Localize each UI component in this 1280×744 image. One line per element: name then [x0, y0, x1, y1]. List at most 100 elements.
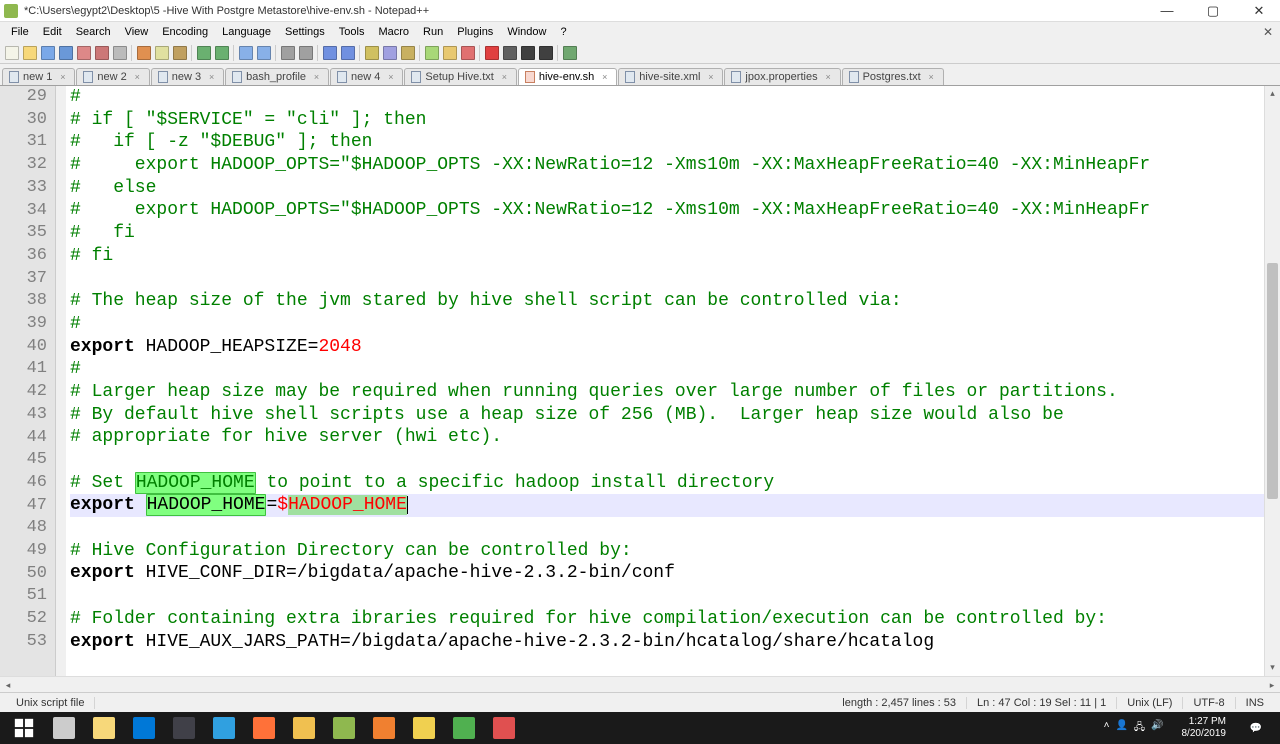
taskbar-app-red-button[interactable] [484, 713, 524, 743]
code-line[interactable]: # [70, 313, 1280, 336]
code-line[interactable]: export HADOOP_HEAPSIZE=2048 [70, 336, 1280, 359]
code-line[interactable]: # Folder containing extra ibraries requi… [70, 608, 1280, 631]
close-button[interactable] [75, 44, 92, 61]
code-line[interactable]: # Hive Configuration Directory can be co… [70, 540, 1280, 563]
all-chars-button[interactable] [381, 44, 398, 61]
code-line[interactable]: # Larger heap size may be required when … [70, 381, 1280, 404]
horizontal-scrollbar[interactable]: ◂ ▸ [0, 676, 1280, 692]
code-line[interactable]: export HADOOP_HOME=$HADOOP_HOME [70, 494, 1280, 517]
wrap-button[interactable] [363, 44, 380, 61]
paste-button[interactable] [171, 44, 188, 61]
minimize-button[interactable]: — [1150, 1, 1184, 21]
taskbar-task-view-button[interactable] [44, 713, 84, 743]
play-button[interactable] [519, 44, 536, 61]
tab-new-4[interactable]: new 4× [330, 68, 403, 85]
menu-[interactable]: ? [553, 24, 573, 40]
taskbar-app-green-button[interactable] [444, 713, 484, 743]
scroll-down-arrow-icon[interactable]: ▾ [1265, 660, 1280, 676]
code-line[interactable]: # fi [70, 222, 1280, 245]
taskbar-app-orange-button[interactable] [364, 713, 404, 743]
tab-close-icon[interactable]: × [206, 72, 217, 83]
indent-button[interactable] [399, 44, 416, 61]
taskbar-notepadpp-button[interactable] [324, 713, 364, 743]
tab-setup-hive-txt[interactable]: Setup Hive.txt× [404, 68, 516, 85]
menu-window[interactable]: Window [500, 24, 553, 40]
tab-close-icon[interactable]: × [499, 72, 510, 83]
sync-h-button[interactable] [339, 44, 356, 61]
code-line[interactable]: # if [ "$SERVICE" = "cli" ]; then [70, 109, 1280, 132]
system-tray[interactable]: ˄ 👤 🖧 🔊 [1096, 720, 1172, 737]
tab-postgres-txt[interactable]: Postgres.txt× [842, 68, 944, 85]
code-line[interactable]: # export HADOOP_OPTS="$HADOOP_OPTS -XX:N… [70, 199, 1280, 222]
zoom-out-button[interactable] [297, 44, 314, 61]
zoom-in-button[interactable] [279, 44, 296, 61]
scroll-thumb[interactable] [1267, 263, 1278, 499]
code-line[interactable] [70, 449, 1280, 472]
editor[interactable]: 2930313233343536373839404142434445464748… [0, 86, 1280, 676]
scroll-left-arrow-icon[interactable]: ◂ [0, 677, 16, 693]
code-line[interactable]: # Set HADOOP_HOME to point to a specific… [70, 472, 1280, 495]
cut-button[interactable] [135, 44, 152, 61]
code-line[interactable]: # The heap size of the jvm stared by hiv… [70, 290, 1280, 313]
undo-button[interactable] [195, 44, 212, 61]
menu-run[interactable]: Run [416, 24, 450, 40]
taskbar-file-explorer-button[interactable] [84, 713, 124, 743]
menu-plugins[interactable]: Plugins [450, 24, 500, 40]
code-line[interactable] [70, 585, 1280, 608]
tab-new-1[interactable]: new 1× [2, 68, 75, 85]
tab-close-icon[interactable]: × [385, 72, 396, 83]
comment-button[interactable] [459, 44, 476, 61]
code-line[interactable]: export HIVE_CONF_DIR=/bigdata/apache-hiv… [70, 562, 1280, 585]
new-button[interactable] [3, 44, 20, 61]
tab-hive-site-xml[interactable]: hive-site.xml× [618, 68, 723, 85]
scroll-up-arrow-icon[interactable]: ▴ [1265, 86, 1280, 102]
tab-jpox-properties[interactable]: jpox.properties× [724, 68, 840, 85]
menu-macro[interactable]: Macro [371, 24, 416, 40]
taskbar-store-button[interactable] [204, 713, 244, 743]
tray-people-icon[interactable]: 👤 [1115, 720, 1127, 737]
save-all-button[interactable] [57, 44, 74, 61]
rec-button[interactable] [483, 44, 500, 61]
tab-close-icon[interactable]: × [311, 72, 322, 83]
code-line[interactable]: # [70, 86, 1280, 109]
taskbar-app-yellow-button[interactable] [404, 713, 444, 743]
tab-close-icon[interactable]: × [132, 72, 143, 83]
code-line[interactable] [70, 268, 1280, 291]
redo-button[interactable] [213, 44, 230, 61]
code-line[interactable]: # appropriate for hive server (hwi etc). [70, 426, 1280, 449]
tray-up-icon[interactable]: ˄ [1104, 720, 1110, 737]
taskbar-edge-button[interactable] [124, 713, 164, 743]
open-button[interactable] [21, 44, 38, 61]
menu-file[interactable]: File [4, 24, 36, 40]
vertical-scrollbar[interactable]: ▴ ▾ [1264, 86, 1280, 676]
menu-edit[interactable]: Edit [36, 24, 69, 40]
play-multi-button[interactable] [537, 44, 554, 61]
tab-new-2[interactable]: new 2× [76, 68, 149, 85]
code-line[interactable]: export HIVE_AUX_JARS_PATH=/bigdata/apach… [70, 631, 1280, 654]
tab-close-icon[interactable]: × [57, 72, 68, 83]
tab-hive-env-sh[interactable]: hive-env.sh× [518, 68, 617, 85]
code-area[interactable]: ## if [ "$SERVICE" = "cli" ]; then# if [… [66, 86, 1280, 676]
stop-button[interactable] [501, 44, 518, 61]
tab-new-3[interactable]: new 3× [151, 68, 224, 85]
code-line[interactable]: # if [ -z "$DEBUG" ]; then [70, 131, 1280, 154]
code-line[interactable]: # export HADOOP_OPTS="$HADOOP_OPTS -XX:N… [70, 154, 1280, 177]
tray-volume-icon[interactable]: 🔊 [1151, 720, 1163, 737]
tab-close-icon[interactable]: × [705, 72, 716, 83]
code-line[interactable]: # else [70, 177, 1280, 200]
code-line[interactable]: # fi [70, 245, 1280, 268]
menu-settings[interactable]: Settings [278, 24, 332, 40]
print-button[interactable] [111, 44, 128, 61]
taskbar-chrome-button[interactable] [284, 713, 324, 743]
code-line[interactable]: # By default hive shell scripts use a he… [70, 404, 1280, 427]
menu-encoding[interactable]: Encoding [155, 24, 215, 40]
save-button[interactable] [39, 44, 56, 61]
maximize-button[interactable]: ▢ [1196, 1, 1230, 21]
find-button[interactable] [237, 44, 254, 61]
close-button[interactable]: ✕ [1242, 1, 1276, 21]
windows-taskbar[interactable]: ˄ 👤 🖧 🔊 1:27 PM 8/20/2019 💬 [0, 712, 1280, 744]
menu-language[interactable]: Language [215, 24, 278, 40]
notifications-button[interactable]: 💬 [1236, 713, 1276, 743]
tabbar-close-icon[interactable]: ✕ [1260, 25, 1276, 39]
tab-close-icon[interactable]: × [599, 72, 610, 83]
